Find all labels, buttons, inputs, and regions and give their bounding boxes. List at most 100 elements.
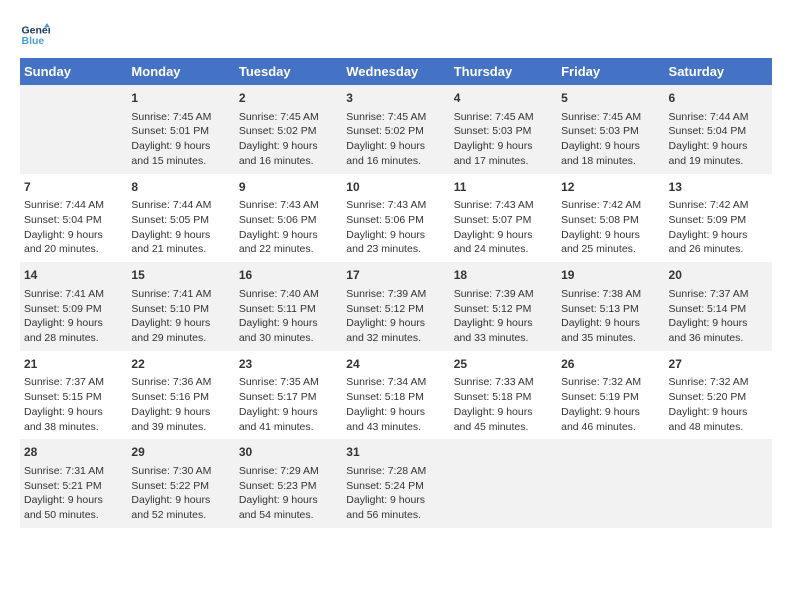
cell-content: Sunrise: 7:42 AM Sunset: 5:08 PM Dayligh… <box>561 198 660 257</box>
cell-content: Sunrise: 7:37 AM Sunset: 5:15 PM Dayligh… <box>24 375 123 434</box>
column-header-monday: Monday <box>127 58 234 85</box>
day-number: 5 <box>561 90 660 107</box>
calendar-header-row: SundayMondayTuesdayWednesdayThursdayFrid… <box>20 58 772 85</box>
logo-icon: General Blue <box>20 20 50 50</box>
day-number: 8 <box>131 179 230 196</box>
calendar-cell: 4 Sunrise: 7:45 AM Sunset: 5:03 PM Daylig… <box>450 85 557 174</box>
cell-content: Sunrise: 7:41 AM Sunset: 5:10 PM Dayligh… <box>131 287 230 346</box>
day-number: 20 <box>669 267 768 284</box>
calendar-cell: 3 Sunrise: 7:45 AM Sunset: 5:02 PM Daylig… <box>342 85 449 174</box>
day-number: 4 <box>454 90 553 107</box>
cell-content: Sunrise: 7:34 AM Sunset: 5:18 PM Dayligh… <box>346 375 445 434</box>
calendar-cell: 27 Sunrise: 7:32 AM Sunset: 5:20 PM Dayli… <box>665 351 772 440</box>
calendar-cell: 22 Sunrise: 7:36 AM Sunset: 5:16 PM Dayli… <box>127 351 234 440</box>
calendar-cell: 24Sunrise: 7:34 AM Sunset: 5:18 PM Dayli… <box>342 351 449 440</box>
calendar-body: 1Sunrise: 7:45 AM Sunset: 5:01 PM Daylig… <box>20 85 772 528</box>
cell-content: Sunrise: 7:32 AM Sunset: 5:20 PM Dayligh… <box>669 375 768 434</box>
calendar-week-row: 21Sunrise: 7:37 AM Sunset: 5:15 PM Dayli… <box>20 351 772 440</box>
calendar-cell: 18Sunrise: 7:39 AM Sunset: 5:12 PM Dayli… <box>450 262 557 351</box>
day-number: 19 <box>561 267 660 284</box>
day-number: 22 <box>131 356 230 373</box>
calendar-cell: 26 Sunrise: 7:32 AM Sunset: 5:19 PM Dayli… <box>557 351 664 440</box>
calendar-cell <box>450 439 557 528</box>
day-number: 9 <box>239 179 338 196</box>
day-number: 23 <box>239 356 338 373</box>
day-number: 12 <box>561 179 660 196</box>
calendar-cell: 31 Sunrise: 7:28 AM Sunset: 5:24 PM Dayli… <box>342 439 449 528</box>
column-header-thursday: Thursday <box>450 58 557 85</box>
calendar-cell: 29 Sunrise: 7:30 AM Sunset: 5:22 PM Dayli… <box>127 439 234 528</box>
calendar-cell: 12 Sunrise: 7:42 AM Sunset: 5:08 PM Dayli… <box>557 174 664 263</box>
cell-content: Sunrise: 7:35 AM Sunset: 5:17 PM Dayligh… <box>239 375 338 434</box>
calendar-cell: 2 Sunrise: 7:45 AM Sunset: 5:02 PM Daylig… <box>235 85 342 174</box>
column-header-wednesday: Wednesday <box>342 58 449 85</box>
cell-content: Sunrise: 7:37 AM Sunset: 5:14 PM Dayligh… <box>669 287 768 346</box>
cell-content: Sunrise: 7:43 AM Sunset: 5:07 PM Dayligh… <box>454 198 553 257</box>
calendar-week-row: 28Sunrise: 7:31 AM Sunset: 5:21 PM Dayli… <box>20 439 772 528</box>
calendar-week-row: 7Sunrise: 7:44 AM Sunset: 5:04 PM Daylig… <box>20 174 772 263</box>
cell-content: Sunrise: 7:30 AM Sunset: 5:22 PM Dayligh… <box>131 464 230 523</box>
cell-content: Sunrise: 7:45 AM Sunset: 5:03 PM Dayligh… <box>454 110 553 169</box>
day-number: 18 <box>454 267 553 284</box>
calendar-cell: 30 Sunrise: 7:29 AM Sunset: 5:23 PM Dayli… <box>235 439 342 528</box>
page-header: General Blue <box>20 20 772 50</box>
cell-content: Sunrise: 7:33 AM Sunset: 5:18 PM Dayligh… <box>454 375 553 434</box>
cell-content: Sunrise: 7:39 AM Sunset: 5:12 PM Dayligh… <box>346 287 445 346</box>
cell-content: Sunrise: 7:45 AM Sunset: 5:03 PM Dayligh… <box>561 110 660 169</box>
day-number: 2 <box>239 90 338 107</box>
calendar-cell: 8 Sunrise: 7:44 AM Sunset: 5:05 PM Daylig… <box>127 174 234 263</box>
calendar-cell: 7Sunrise: 7:44 AM Sunset: 5:04 PM Daylig… <box>20 174 127 263</box>
cell-content: Sunrise: 7:38 AM Sunset: 5:13 PM Dayligh… <box>561 287 660 346</box>
calendar-cell: 15 Sunrise: 7:41 AM Sunset: 5:10 PM Dayli… <box>127 262 234 351</box>
calendar-cell <box>20 85 127 174</box>
calendar-table: SundayMondayTuesdayWednesdayThursdayFrid… <box>20 58 772 528</box>
day-number: 3 <box>346 90 445 107</box>
day-number: 26 <box>561 356 660 373</box>
column-header-saturday: Saturday <box>665 58 772 85</box>
calendar-cell: 14Sunrise: 7:41 AM Sunset: 5:09 PM Dayli… <box>20 262 127 351</box>
calendar-cell: 5 Sunrise: 7:45 AM Sunset: 5:03 PM Daylig… <box>557 85 664 174</box>
cell-content: Sunrise: 7:29 AM Sunset: 5:23 PM Dayligh… <box>239 464 338 523</box>
day-number: 31 <box>346 444 445 461</box>
cell-content: Sunrise: 7:44 AM Sunset: 5:05 PM Dayligh… <box>131 198 230 257</box>
cell-content: Sunrise: 7:40 AM Sunset: 5:11 PM Dayligh… <box>239 287 338 346</box>
calendar-cell: 6 Sunrise: 7:44 AM Sunset: 5:04 PM Daylig… <box>665 85 772 174</box>
column-header-sunday: Sunday <box>20 58 127 85</box>
calendar-cell: 1Sunrise: 7:45 AM Sunset: 5:01 PM Daylig… <box>127 85 234 174</box>
calendar-cell: 28Sunrise: 7:31 AM Sunset: 5:21 PM Dayli… <box>20 439 127 528</box>
calendar-cell: 17 Sunrise: 7:39 AM Sunset: 5:12 PM Dayli… <box>342 262 449 351</box>
day-number: 10 <box>346 179 445 196</box>
calendar-cell: 20 Sunrise: 7:37 AM Sunset: 5:14 PM Dayli… <box>665 262 772 351</box>
calendar-cell <box>665 439 772 528</box>
day-number: 30 <box>239 444 338 461</box>
cell-content: Sunrise: 7:44 AM Sunset: 5:04 PM Dayligh… <box>669 110 768 169</box>
column-header-friday: Friday <box>557 58 664 85</box>
calendar-cell: 11 Sunrise: 7:43 AM Sunset: 5:07 PM Dayli… <box>450 174 557 263</box>
day-number: 6 <box>669 90 768 107</box>
day-number: 11 <box>454 179 553 196</box>
svg-text:Blue: Blue <box>22 35 45 47</box>
cell-content: Sunrise: 7:41 AM Sunset: 5:09 PM Dayligh… <box>24 287 123 346</box>
cell-content: Sunrise: 7:28 AM Sunset: 5:24 PM Dayligh… <box>346 464 445 523</box>
day-number: 7 <box>24 179 123 196</box>
cell-content: Sunrise: 7:45 AM Sunset: 5:01 PM Dayligh… <box>131 110 230 169</box>
logo: General Blue <box>20 20 54 50</box>
calendar-cell: 16Sunrise: 7:40 AM Sunset: 5:11 PM Dayli… <box>235 262 342 351</box>
calendar-cell: 25Sunrise: 7:33 AM Sunset: 5:18 PM Dayli… <box>450 351 557 440</box>
calendar-cell: 13Sunrise: 7:42 AM Sunset: 5:09 PM Dayli… <box>665 174 772 263</box>
calendar-cell: 10 Sunrise: 7:43 AM Sunset: 5:06 PM Dayli… <box>342 174 449 263</box>
calendar-cell: 21Sunrise: 7:37 AM Sunset: 5:15 PM Dayli… <box>20 351 127 440</box>
cell-content: Sunrise: 7:36 AM Sunset: 5:16 PM Dayligh… <box>131 375 230 434</box>
day-number: 27 <box>669 356 768 373</box>
day-number: 15 <box>131 267 230 284</box>
calendar-week-row: 1Sunrise: 7:45 AM Sunset: 5:01 PM Daylig… <box>20 85 772 174</box>
calendar-cell: 19 Sunrise: 7:38 AM Sunset: 5:13 PM Dayli… <box>557 262 664 351</box>
calendar-cell: 9Sunrise: 7:43 AM Sunset: 5:06 PM Daylig… <box>235 174 342 263</box>
calendar-cell: 23 Sunrise: 7:35 AM Sunset: 5:17 PM Dayli… <box>235 351 342 440</box>
cell-content: Sunrise: 7:45 AM Sunset: 5:02 PM Dayligh… <box>239 110 338 169</box>
day-number: 29 <box>131 444 230 461</box>
cell-content: Sunrise: 7:32 AM Sunset: 5:19 PM Dayligh… <box>561 375 660 434</box>
day-number: 17 <box>346 267 445 284</box>
cell-content: Sunrise: 7:43 AM Sunset: 5:06 PM Dayligh… <box>346 198 445 257</box>
cell-content: Sunrise: 7:45 AM Sunset: 5:02 PM Dayligh… <box>346 110 445 169</box>
